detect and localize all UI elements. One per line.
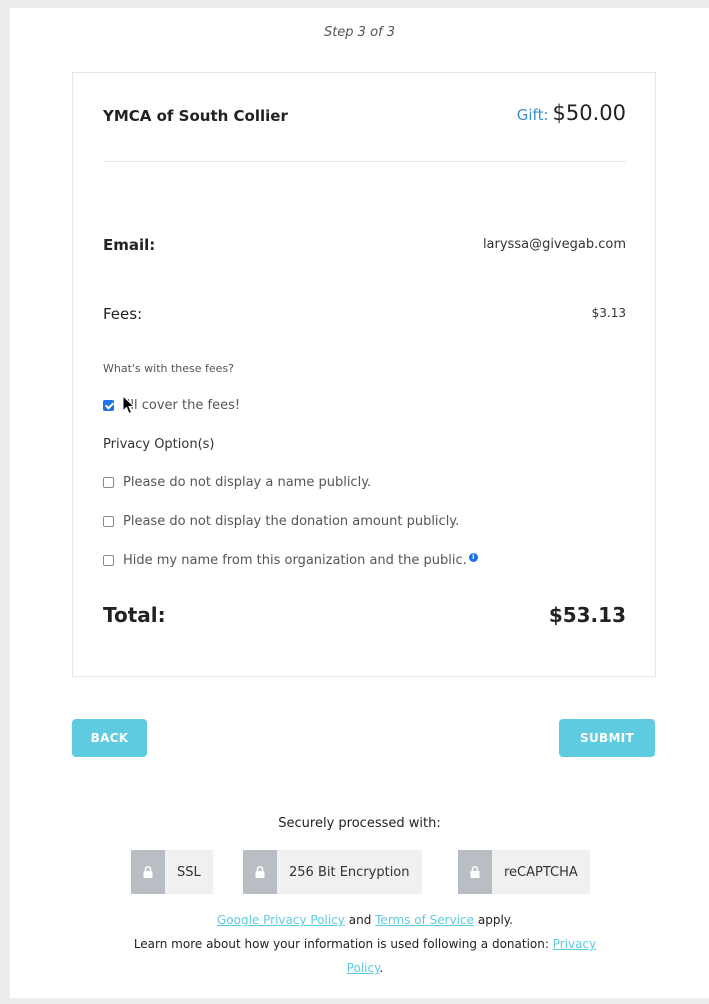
lock-icon	[243, 850, 277, 894]
privacy-option-anonymous[interactable]: Hide my name from this organization and …	[103, 553, 478, 568]
privacy-option-checkbox[interactable]	[103, 555, 114, 566]
badge-label: SSL	[177, 864, 201, 880]
privacy-option-hide-amount[interactable]: Please do not display the donation amoun…	[103, 514, 459, 529]
info-icon[interactable]: i	[468, 553, 478, 562]
submit-button[interactable]: SUBMIT	[559, 719, 655, 757]
gift-amount-display: Gift: $50.00	[517, 101, 626, 125]
legal-apply: apply.	[477, 913, 513, 927]
cover-fees-label: I'll cover the fees!	[123, 398, 241, 413]
recaptcha-badge: reCAPTCHA	[458, 850, 590, 894]
privacy-option-checkbox[interactable]	[103, 516, 114, 527]
fees-value: $3.13	[591, 306, 626, 320]
legal-learn-more: Learn more about how your information is…	[133, 937, 549, 951]
legal-and: and	[348, 913, 372, 927]
gift-label: Gift:	[516, 106, 549, 124]
email-value: laryssa@givegab.com	[482, 237, 626, 252]
secure-processing-title: Securely processed with:	[278, 816, 441, 831]
privacy-options-title: Privacy Option(s)	[103, 437, 215, 452]
donation-summary-card: YMCA of South Collier Gift: $50.00 Email:…	[72, 72, 656, 677]
back-button[interactable]: BACK	[72, 719, 147, 757]
checkout-frame: Step 3 of 3 YMCA of South Collier Gift: $…	[10, 8, 709, 998]
lock-icon	[458, 850, 492, 894]
lock-icon	[131, 850, 165, 894]
privacy-policy-link[interactable]: Privacy	[553, 937, 596, 951]
encryption-badge: 256 Bit Encryption	[243, 850, 422, 894]
legal-period: .	[379, 961, 384, 975]
total-label: Total:	[103, 603, 166, 627]
privacy-option-label: Please do not display the donation amoun…	[123, 514, 460, 529]
gift-amount: $50.00	[552, 101, 626, 125]
terms-of-service-link[interactable]: Terms of Service	[375, 913, 474, 927]
fees-label: Fees:	[103, 305, 143, 323]
badge-label: 256 Bit Encryption	[289, 864, 410, 880]
mouse-cursor-icon	[122, 395, 136, 415]
cover-fees-checkbox[interactable]	[103, 400, 114, 411]
step-indicator: Step 3 of 3	[323, 25, 396, 40]
total-value: $53.13	[548, 603, 626, 627]
ssl-badge: SSL	[131, 850, 213, 894]
privacy-option-label: Hide my name from this organization and …	[123, 553, 467, 568]
organization-name: YMCA of South Collier	[103, 107, 288, 125]
badge-label: reCAPTCHA	[504, 864, 578, 880]
fees-help-link[interactable]: What's with these fees?	[103, 362, 234, 375]
privacy-policy-link-continued[interactable]: Policy	[347, 961, 380, 975]
email-label: Email:	[103, 236, 156, 254]
privacy-option-hide-name[interactable]: Please do not display a name publicly.	[103, 475, 371, 490]
privacy-option-label: Please do not display a name publicly.	[123, 475, 372, 490]
google-privacy-policy-link[interactable]: Google Privacy Policy	[217, 913, 345, 927]
privacy-option-checkbox[interactable]	[103, 477, 114, 488]
divider	[103, 161, 626, 162]
legal-notice: Google Privacy Policy and Terms of Servi…	[70, 908, 660, 980]
